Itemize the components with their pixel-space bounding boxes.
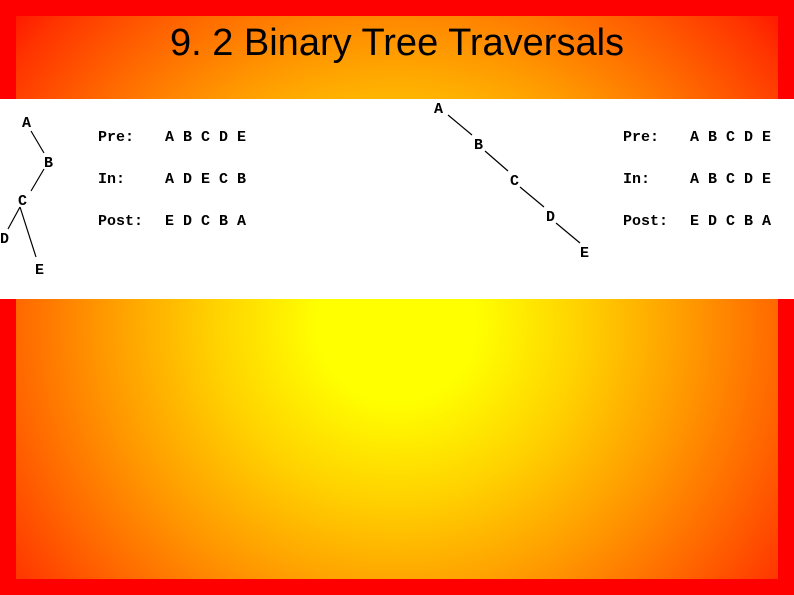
right-tree-diagram: A B C D E	[420, 99, 600, 299]
left-node-D: D	[0, 231, 9, 248]
right-in-row: In: A B C D E	[623, 171, 771, 211]
diagram-area: A B C D E Pre: A B C D E In: A D E C B P…	[0, 99, 794, 299]
left-traversal-table: Pre: A B C D E In: A D E C B Post: E D C…	[96, 127, 248, 255]
left-pre-row: Pre: A B C D E	[98, 129, 246, 169]
left-node-E: E	[35, 262, 44, 279]
right-post-label: Post:	[623, 213, 688, 253]
right-node-A: A	[434, 101, 443, 118]
right-pre-label: Pre:	[623, 129, 688, 169]
page-title: 9. 2 Binary Tree Traversals	[0, 22, 794, 65]
right-node-E: E	[580, 245, 589, 262]
left-node-A: A	[22, 115, 31, 132]
right-node-C: C	[510, 173, 519, 190]
left-pre-label: Pre:	[98, 129, 163, 169]
right-pre-value: A B C D E	[690, 129, 771, 169]
right-node-B: B	[474, 137, 483, 154]
right-post-value: E D C B A	[690, 213, 771, 253]
right-traversal-table: Pre: A B C D E In: A B C D E Post: E D C…	[621, 127, 773, 255]
left-post-value: E D C B A	[165, 213, 246, 253]
right-post-row: Post: E D C B A	[623, 213, 771, 253]
right-in-value: A B C D E	[690, 171, 771, 211]
left-pre-value: A B C D E	[165, 129, 246, 169]
left-in-row: In: A D E C B	[98, 171, 246, 211]
left-node-B: B	[44, 155, 53, 172]
right-in-label: In:	[623, 171, 688, 211]
left-post-row: Post: E D C B A	[98, 213, 246, 253]
right-node-D: D	[546, 209, 555, 226]
left-post-label: Post:	[98, 213, 163, 253]
right-pre-row: Pre: A B C D E	[623, 129, 771, 169]
left-in-value: A D E C B	[165, 171, 246, 211]
left-in-label: In:	[98, 171, 163, 211]
left-node-C: C	[18, 193, 27, 210]
